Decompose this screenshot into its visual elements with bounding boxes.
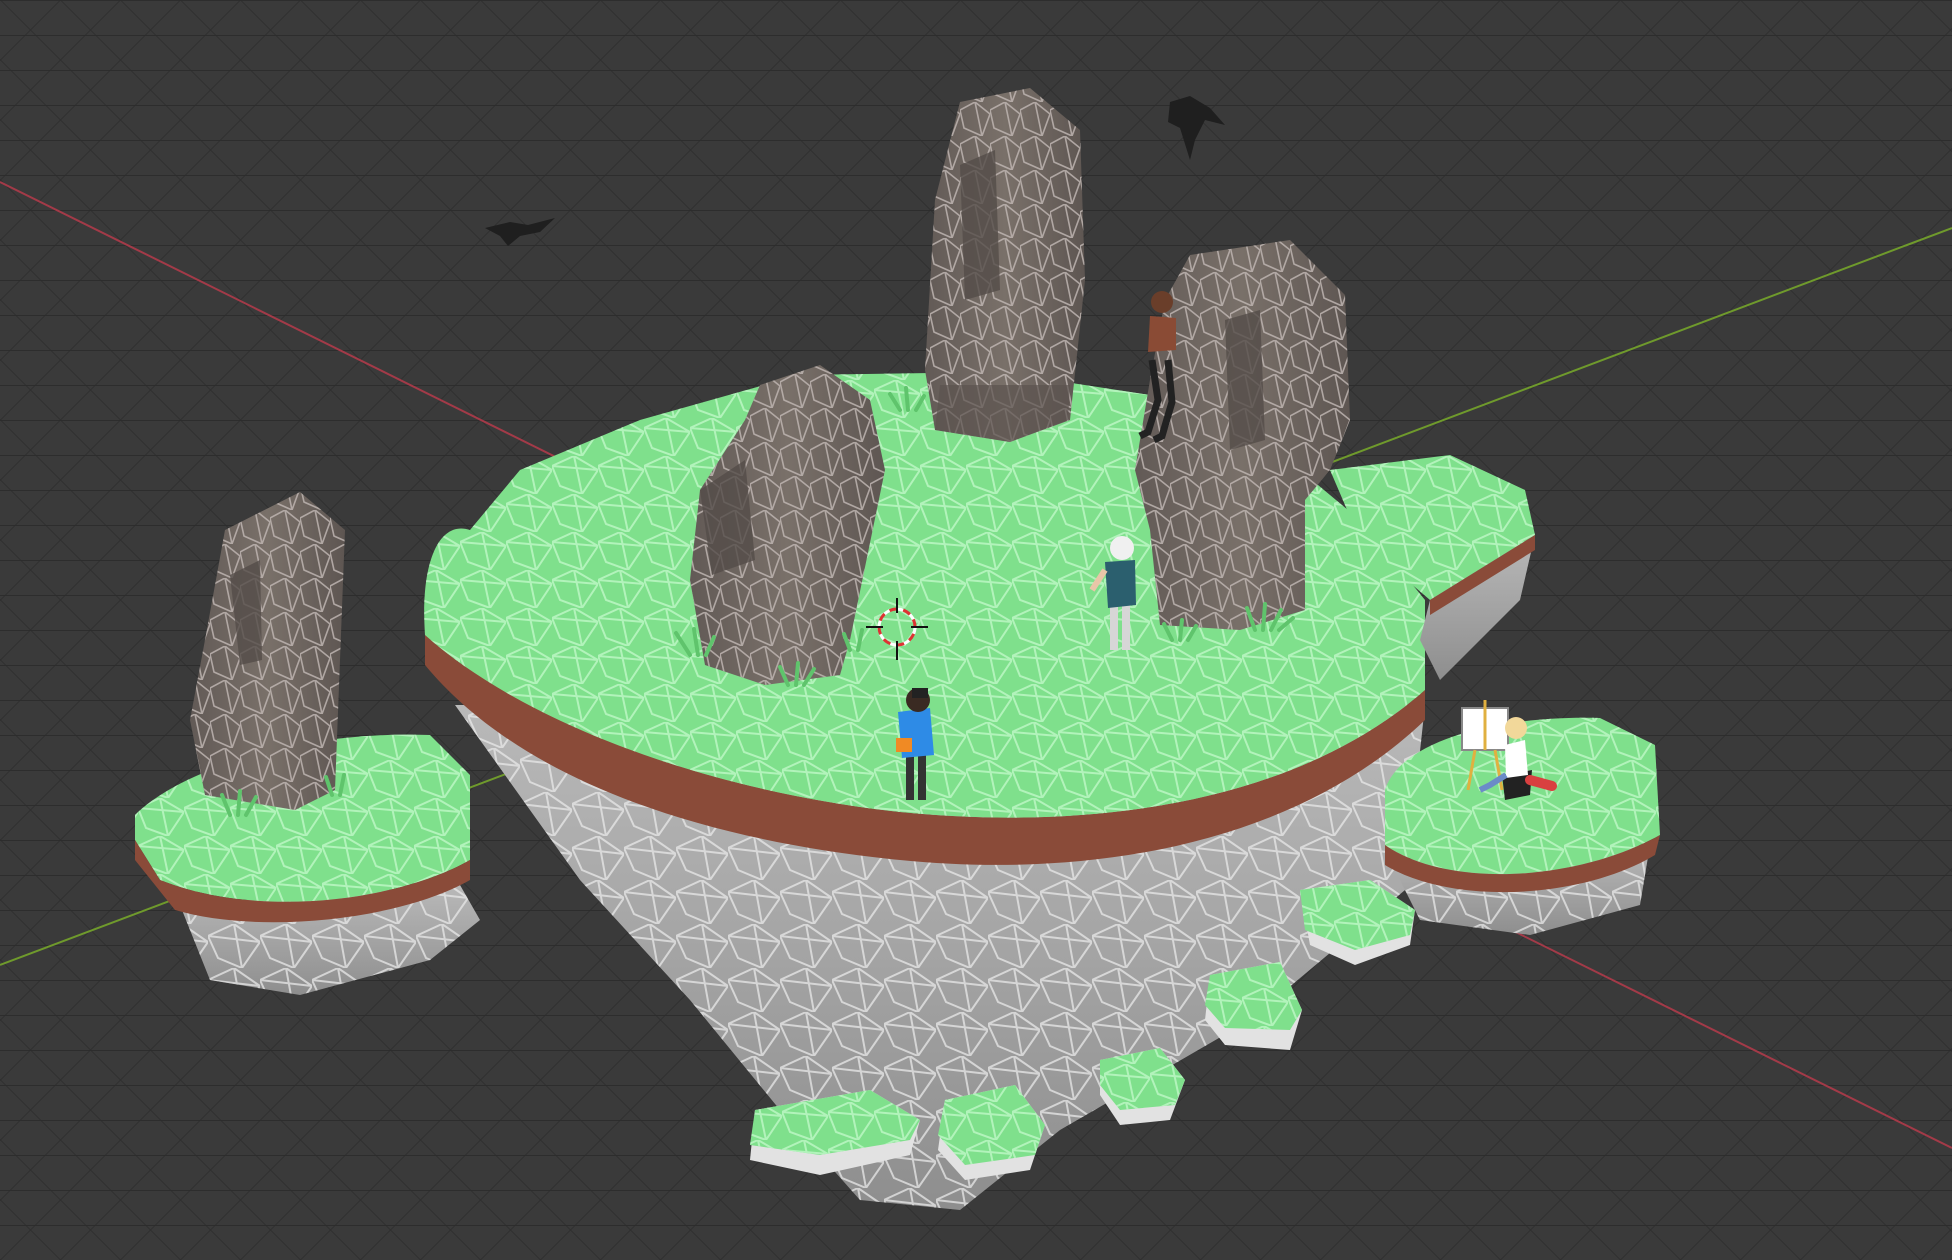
3d-viewport[interactable] [0,0,1952,1260]
viewport-scene[interactable] [0,0,1952,1260]
